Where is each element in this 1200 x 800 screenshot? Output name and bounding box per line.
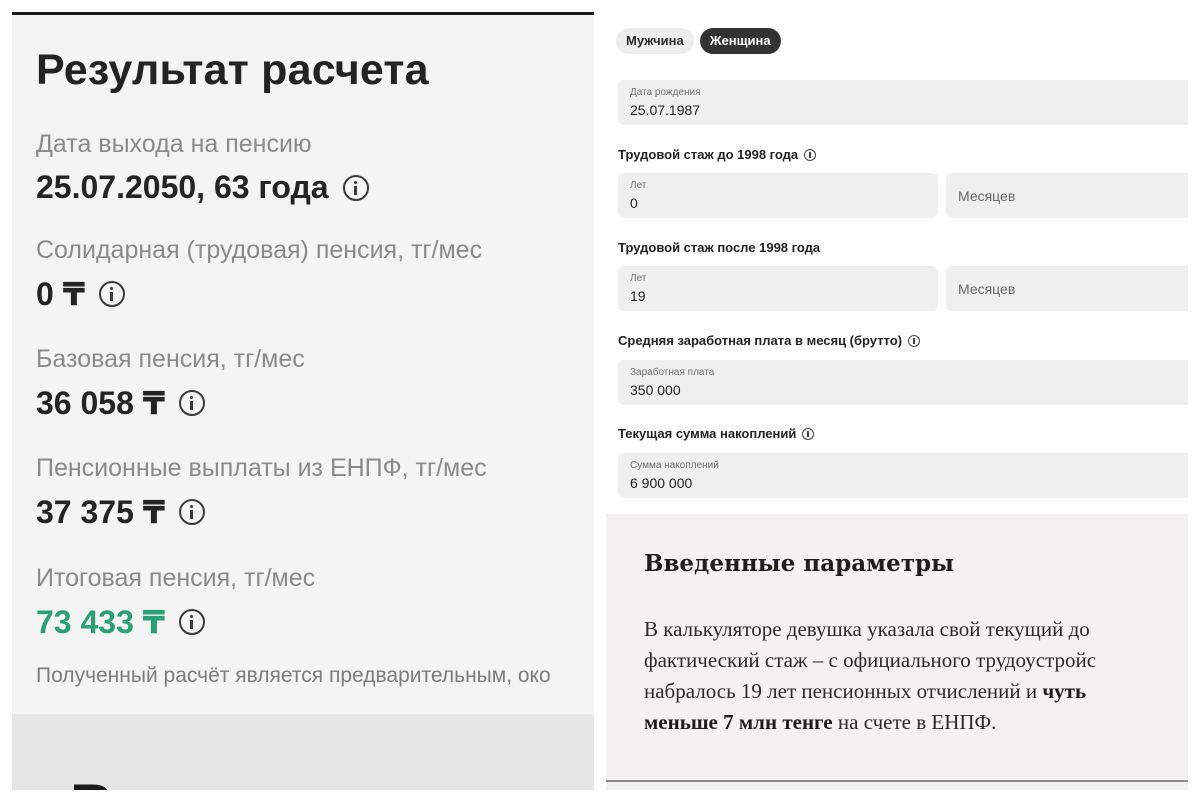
- enpf-payments-value: 37 375 ₸: [36, 493, 206, 531]
- years-label: Лет: [630, 180, 647, 191]
- total-pension-label: Итоговая пенсия, тг/мес: [36, 564, 316, 592]
- salary-field[interactable]: Заработная плата 350 000: [618, 360, 1188, 405]
- years-label: Лет: [630, 273, 647, 284]
- retirement-date-value: 25.07.2050, 63 года: [36, 169, 369, 206]
- before-1998-title: Трудовой стаж до 1998 года: [618, 147, 817, 162]
- birth-date-value: 25.07.1987: [630, 102, 701, 118]
- base-pension-value: 36 058 ₸: [36, 384, 206, 422]
- after-1998-months-field[interactable]: Месяцев: [946, 266, 1188, 311]
- base-pension-block: Базовая пенсия, тг/мес 36 058 ₸: [36, 345, 305, 422]
- years-value: 19: [630, 288, 646, 304]
- info-icon[interactable]: [802, 427, 815, 440]
- years-value: 0: [630, 195, 638, 211]
- pension-result-panel: Результат расчета Дата выхода на пенсию …: [12, 12, 594, 790]
- months-placeholder: Месяцев: [958, 188, 1016, 204]
- article-bold-text: чуть: [1042, 679, 1087, 703]
- info-icon[interactable]: [98, 281, 125, 307]
- article-text: на счете в ЕНПФ.: [832, 710, 997, 734]
- savings-label: Сумма накоплений: [630, 460, 719, 471]
- birth-date-field[interactable]: Дата рождения 25.07.1987: [618, 80, 1188, 125]
- birth-date-label: Дата рождения: [630, 87, 701, 98]
- solidary-pension-text: 0 ₸: [36, 276, 85, 312]
- gender-option-female[interactable]: Женщина: [699, 28, 781, 54]
- article-bottom-divider: [606, 780, 1188, 782]
- enpf-payments-label: Пенсионные выплаты из ЕНПФ, тг/мес: [36, 454, 487, 482]
- enpf-payments-text: 37 375 ₸: [36, 494, 166, 530]
- article-line: фактический стаж – с официального трудоу…: [644, 648, 1097, 672]
- solidary-pension-block: Солидарная (трудовая) пенсия, тг/мес 0 ₸: [36, 236, 482, 313]
- before-1998-title-text: Трудовой стаж до 1998 года: [618, 147, 799, 162]
- salary-value: 350 000: [630, 382, 681, 398]
- salary-title: Средняя заработная плата в месяц (брутто…: [618, 333, 921, 348]
- before-1998-years-field[interactable]: Лет 0: [618, 173, 938, 218]
- article-text: набралось 19 лет пенсионных отчислений и: [644, 679, 1043, 703]
- after-1998-title-text: Трудовой стаж после 1998 года: [618, 240, 821, 255]
- total-pension-value: 73 433 ₸: [36, 603, 206, 641]
- enpf-payments-block: Пенсионные выплаты из ЕНПФ, тг/мес 37 37…: [36, 454, 487, 531]
- article-paragraph: В калькуляторе девушка указала свой теку…: [644, 614, 1188, 738]
- info-icon[interactable]: [179, 499, 206, 525]
- total-pension-block: Итоговая пенсия, тг/мес 73 433 ₸: [36, 564, 315, 641]
- base-pension-text: 36 058 ₸: [36, 385, 166, 421]
- result-title: Результат расчета: [36, 46, 429, 94]
- cut-heading-glyph: В: [70, 776, 113, 791]
- info-icon[interactable]: [908, 334, 921, 347]
- next-section-band: В: [12, 714, 594, 790]
- top-divider: [12, 12, 594, 15]
- article-line: В калькуляторе девушка указала свой теку…: [644, 617, 1090, 641]
- info-icon[interactable]: [179, 390, 206, 416]
- before-1998-months-field[interactable]: Месяцев: [946, 173, 1188, 218]
- salary-label: Заработная плата: [630, 367, 715, 378]
- retirement-date-block: Дата выхода на пенсию 25.07.2050, 63 год…: [36, 130, 369, 206]
- gender-option-male[interactable]: Мужчина: [616, 28, 694, 54]
- retirement-date-text: 25.07.2050, 63 года: [36, 169, 329, 205]
- calculator-form-panel: Мужчина Женщина Дата рождения 25.07.1987…: [606, 12, 1188, 790]
- article-section: Введенные параметры В калькуляторе девуш…: [606, 514, 1188, 790]
- salary-title-text: Средняя заработная плата в месяц (брутто…: [618, 333, 903, 348]
- article-line: меньше 7 млн тенге на счете в ЕНПФ.: [644, 707, 1188, 738]
- savings-title: Текущая сумма накоплений: [618, 426, 815, 441]
- info-icon[interactable]: [342, 174, 369, 201]
- solidary-pension-label: Солидарная (трудовая) пенсия, тг/мес: [36, 236, 483, 264]
- retirement-date-label: Дата выхода на пенсию: [36, 130, 312, 158]
- total-pension-text: 73 433 ₸: [36, 604, 166, 640]
- after-1998-title: Трудовой стаж после 1998 года: [618, 240, 820, 255]
- savings-field[interactable]: Сумма накоплений 6 900 000: [618, 453, 1188, 498]
- article-heading: Введенные параметры: [644, 550, 955, 577]
- base-pension-label: Базовая пенсия, тг/мес: [36, 345, 305, 373]
- article-line: набралось 19 лет пенсионных отчислений и…: [644, 676, 1188, 707]
- disclaimer-text: Полученный расчёт является предварительн…: [36, 664, 551, 687]
- gender-toggle: Мужчина Женщина: [616, 28, 781, 54]
- savings-title-text: Текущая сумма накоплений: [618, 426, 797, 441]
- article-bold-text: меньше 7 млн тенге: [644, 710, 833, 734]
- info-icon[interactable]: [179, 609, 206, 635]
- savings-value: 6 900 000: [630, 475, 693, 491]
- solidary-pension-value: 0 ₸: [36, 275, 125, 313]
- after-1998-years-field[interactable]: Лет 19: [618, 266, 938, 311]
- months-placeholder: Месяцев: [958, 281, 1016, 297]
- info-icon[interactable]: [804, 148, 817, 161]
